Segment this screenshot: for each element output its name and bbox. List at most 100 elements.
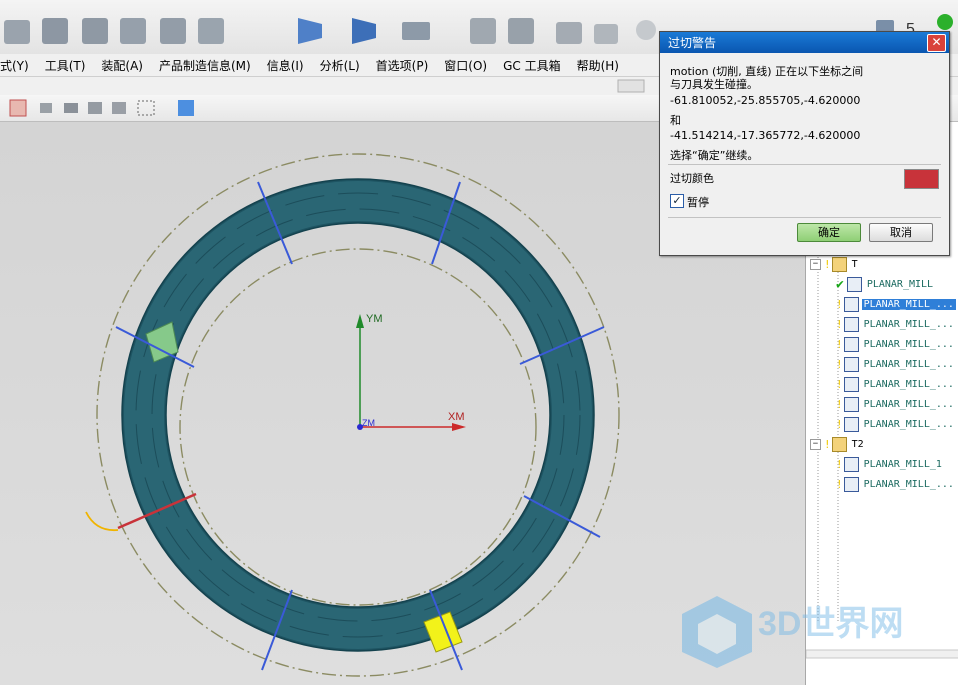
tree-operation-row[interactable]: ! PLANAR_MILL_... [806,374,958,394]
y-axis-label: YM [366,313,383,325]
message-line-2: 与刀具发生碰撞。 [670,78,758,91]
create-method-icon[interactable] [402,22,430,40]
menu-tools[interactable]: 工具(T) [45,57,86,74]
menu-gc-toolbox[interactable]: GC 工具箱 [503,57,561,74]
revolve-icon[interactable] [82,18,108,44]
tree-operation-row[interactable]: ! PLANAR_MILL_... [806,354,958,374]
tree-item-label: PLANAR_MILL_... [863,478,954,490]
dialog-divider-1 [668,164,941,165]
operation-icon [843,296,859,312]
folder-icon [831,256,847,272]
status-bulb-icon: ! [836,457,843,471]
rotate-icon[interactable] [88,102,102,114]
tree-item-label: PLANAR_MILL_... [863,378,954,390]
operation-icon [843,356,859,372]
cancel-button[interactable]: 取消 [869,223,933,242]
dialog-divider-2 [668,217,941,218]
tree-operation-row[interactable]: ! PLANAR_MILL_... [806,414,958,434]
tree-group-row[interactable]: −! T [806,254,958,274]
x-axis-arrow [452,423,466,431]
tree-item-label: PLANAR_MILL [866,278,934,290]
delete-icon[interactable] [120,18,146,44]
verify-path-icon[interactable] [508,18,534,44]
sketch-icon[interactable] [4,20,30,44]
operation-icon [843,416,859,432]
watermark-logo-icon [682,596,752,668]
measure-icon[interactable] [198,18,224,44]
pause-checkbox[interactable]: ✓ [670,194,684,208]
status-bulb-icon: ! [836,357,843,371]
ok-button[interactable]: 确定 [797,223,861,242]
tree-operation-row[interactable]: ! PLANAR_MILL_1 [806,454,958,474]
menu-preferences[interactable]: 首选项(P) [376,57,429,74]
postprocess-icon[interactable] [594,24,618,44]
menu-analysis[interactable]: 分析(L) [320,57,360,74]
watermark: 3D世界网 [672,590,942,670]
shaded-icon[interactable] [64,103,78,113]
pan-icon[interactable] [112,102,126,114]
menu-assembly[interactable]: 装配(A) [101,57,143,74]
status-bulb-icon: ! [836,397,843,411]
tree-operation-row[interactable]: ✔ PLANAR_MILL [806,274,958,294]
operation-icon [843,336,859,352]
tool-arc [85,511,119,532]
done-check-icon: ✔ [836,276,844,292]
operation-icon [843,376,859,392]
info-icon[interactable] [160,18,186,44]
view-cube-icon[interactable] [178,100,194,116]
tree-group-row[interactable]: −! T2 [806,434,958,454]
undo-icon[interactable] [40,103,52,113]
tree-item-label: PLANAR_MILL_... [863,398,954,410]
operation-icon [843,316,859,332]
collapse-icon[interactable]: − [810,258,821,270]
status-bulb-icon: ! [836,317,843,331]
tree-item-label: PLANAR_MILL_... [863,338,954,350]
tree-operation-row[interactable]: ! PLANAR_MILL_... [806,294,958,314]
extrude-icon[interactable] [42,18,68,44]
operation-icon [846,276,862,292]
toolbar-dropdown-icon[interactable] [617,79,645,93]
coordinate-start: -61.810052,-25.855705,-4.620000 [670,94,861,107]
status-bulb-icon: ! [836,337,843,351]
status-bulb-icon: ! [836,297,843,311]
folder-icon [831,436,847,452]
shop-doc-icon[interactable] [636,20,656,40]
dialog-title-bar[interactable]: 过切警告 [660,32,949,53]
operation-icon [843,476,859,492]
ring-face [124,181,592,649]
gouge-warning-dialog: 过切警告 ✕ motion (切削, 直线) 正在以下坐标之间 与刀具发生碰撞。… [659,31,950,256]
status-bulb-icon: ! [836,417,843,431]
menu-help[interactable]: 帮助(H) [577,57,619,74]
generate-path-icon[interactable] [470,18,496,44]
ok-check-icon[interactable] [937,14,953,30]
collapse-icon[interactable]: − [810,438,821,450]
dialog-title: 过切警告 [668,36,717,50]
tree-operation-row[interactable]: ! PLANAR_MILL_... [806,314,958,334]
tree-operation-row[interactable]: ! PLANAR_MILL_... [806,334,958,354]
coordinate-end: -41.514214,-17.365772,-4.620000 [670,129,861,142]
y-axis-arrow [356,314,364,328]
tree-item-label: T2 [851,438,864,450]
menu-window[interactable]: 窗口(O) [444,57,487,74]
create-tool-icon[interactable] [298,18,322,44]
status-bulb-icon: ! [836,477,843,491]
menu-pmi[interactable]: 产品制造信息(M) [159,57,251,74]
create-geometry-icon[interactable] [352,18,376,44]
snap-point-icon[interactable] [9,99,27,117]
gouge-color-swatch[interactable] [904,169,939,189]
menu-info[interactable]: 信息(I) [267,57,304,74]
menu-format[interactable]: 式(Y) [0,57,29,74]
status-bulb-icon: ! [836,377,843,391]
close-icon[interactable]: ✕ [927,34,946,52]
x-axis-label: XM [448,411,465,423]
z-axis-label: ZM [362,418,375,428]
status-bulb-icon: ! [824,257,831,271]
outer-boundary-circle [96,153,620,677]
tree-operation-row[interactable]: ! PLANAR_MILL_... [806,474,958,494]
simulate-icon[interactable] [556,22,582,44]
tree-operation-row[interactable]: ! PLANAR_MILL_... [806,394,958,414]
operation-icon [843,396,859,412]
tree-item-label: PLANAR_MILL_... [863,418,954,430]
selection-box-icon[interactable] [137,100,155,116]
tree-item-label: PLANAR_MILL_1 [863,458,942,470]
